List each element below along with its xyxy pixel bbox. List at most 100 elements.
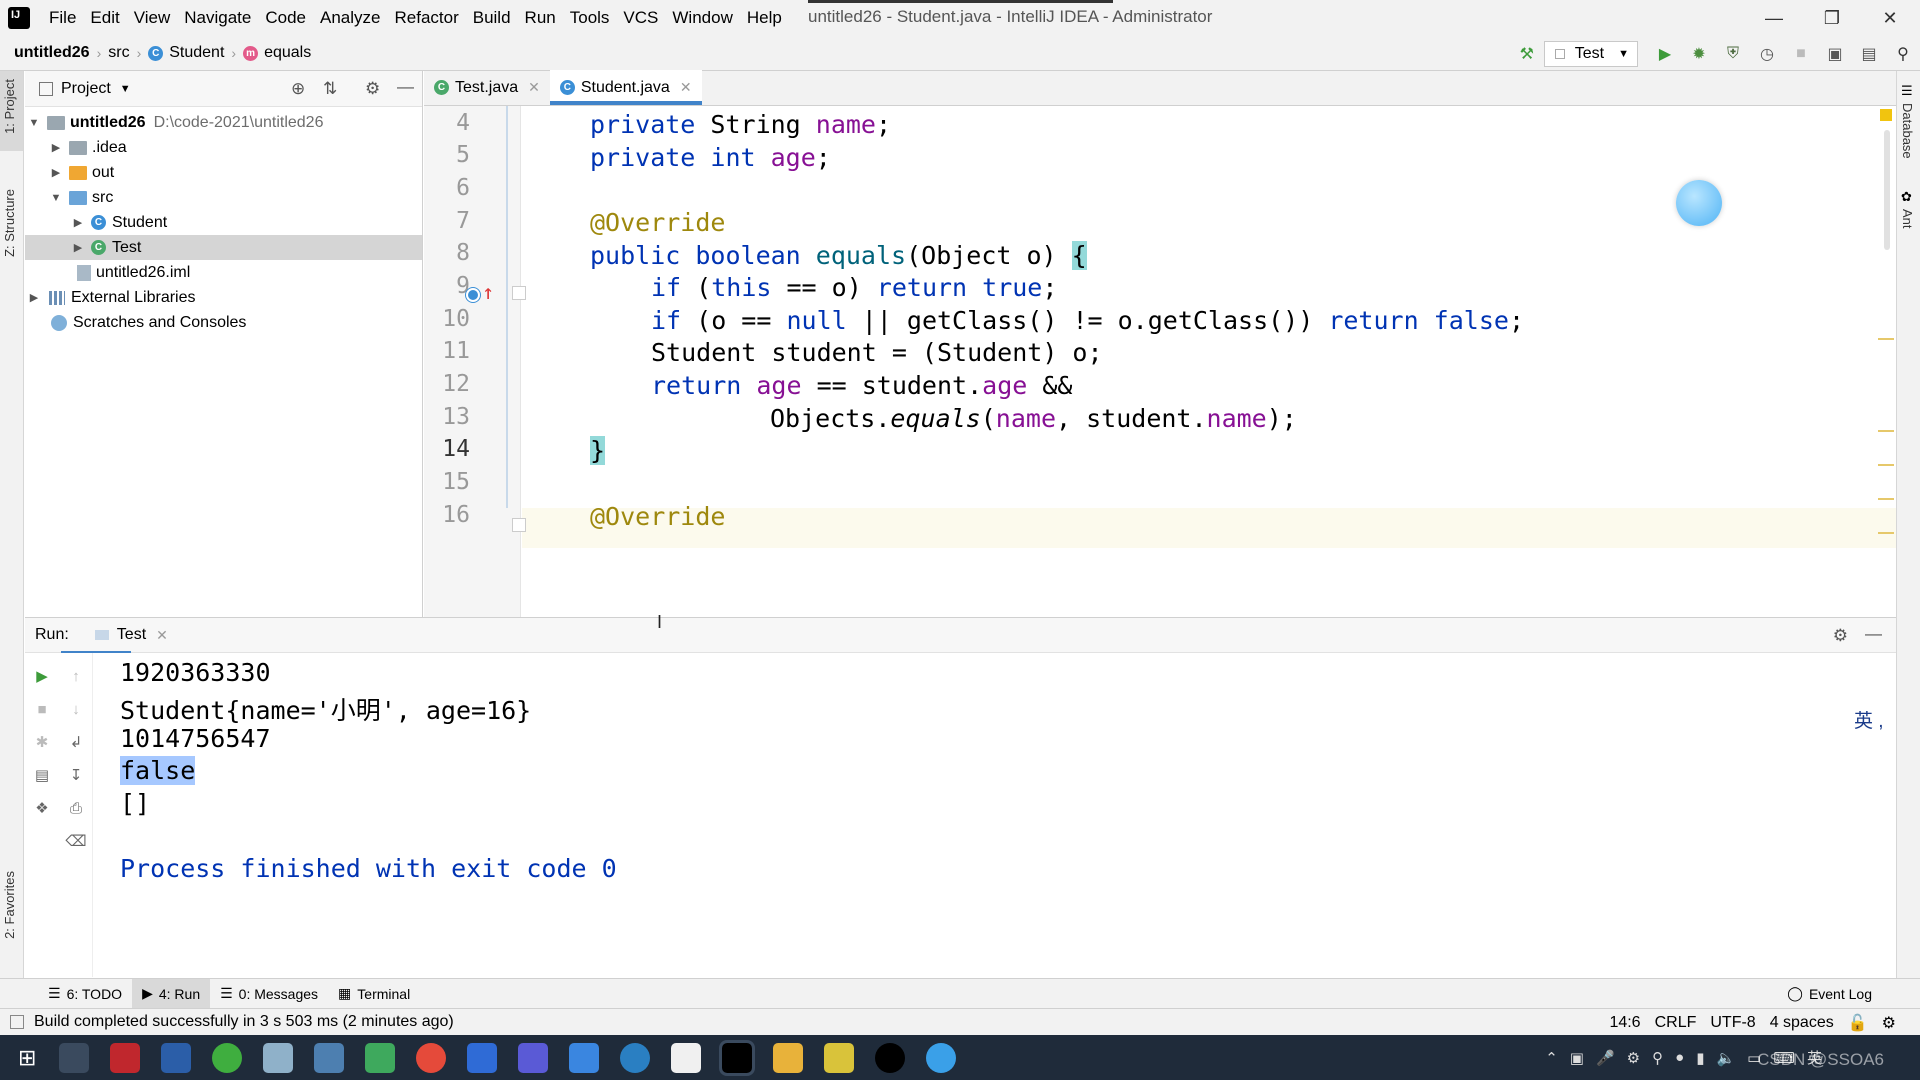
taskbar-app-icon[interactable] xyxy=(874,1042,905,1073)
breadcrumb-class[interactable]: C Student xyxy=(148,44,224,62)
menu-view[interactable]: View xyxy=(127,8,178,28)
close-tab-icon[interactable]: ✕ xyxy=(156,627,168,644)
ime-indicator[interactable]: 英 , xyxy=(1854,706,1884,733)
up-arrow-icon[interactable]: ↑ xyxy=(65,665,87,687)
breadcrumb-project[interactable]: untitled26 xyxy=(14,44,90,62)
tab-student-java[interactable]: C Student.java ✕ xyxy=(549,70,702,105)
status-message[interactable]: Build completed successfully in 3 s 503 … xyxy=(34,1013,454,1031)
tab-test-java[interactable]: C Test.java ✕ xyxy=(424,70,550,105)
taskbar-intellij-icon[interactable] xyxy=(718,1039,755,1076)
chevron-down-icon[interactable]: ▼ xyxy=(120,83,131,95)
tool-tab-structure[interactable]: Z: Structure xyxy=(2,189,17,257)
scroll-to-end-icon[interactable]: ↧ xyxy=(65,764,87,786)
caret-position[interactable]: 14:6 xyxy=(1609,1014,1640,1032)
taskbar-app-icon[interactable] xyxy=(211,1042,242,1073)
indent-setting[interactable]: 4 spaces xyxy=(1770,1014,1834,1032)
collapse-all-icon[interactable]: ⇅ xyxy=(323,79,337,99)
restore-layout-icon[interactable]: ✱ xyxy=(31,731,53,753)
tree-item-iml[interactable]: untitled26.iml xyxy=(25,260,422,285)
tool-tab-run[interactable]: ▶ 4: Run xyxy=(132,978,211,1009)
console-scrollbar[interactable] xyxy=(1880,658,1890,968)
tray-search-icon[interactable]: ⚲ xyxy=(1652,1049,1663,1067)
status-toggle-icon[interactable] xyxy=(10,1015,24,1029)
taskbar-explorer-icon[interactable] xyxy=(772,1042,803,1073)
taskbar-app-icon[interactable] xyxy=(925,1042,956,1073)
menu-code[interactable]: Code xyxy=(258,8,313,28)
build-hammer-icon[interactable]: ⚒ xyxy=(1516,43,1538,65)
warning-mark[interactable] xyxy=(1878,498,1894,500)
hide-panel-icon[interactable]: — xyxy=(1865,624,1882,644)
coverage-icon[interactable]: ⛨ xyxy=(1722,43,1744,65)
tool-tab-favorites[interactable]: 2: Favorites xyxy=(2,871,17,939)
error-stripe[interactable] xyxy=(1876,106,1896,617)
network-icon[interactable]: ▮ xyxy=(1696,1049,1704,1067)
memory-indicator-icon[interactable]: ⚙ xyxy=(1882,1013,1896,1033)
taskbar-app-icon[interactable] xyxy=(568,1042,599,1073)
close-tab-icon[interactable]: ✕ xyxy=(528,79,540,96)
taskbar-app-icon[interactable] xyxy=(415,1042,446,1073)
debug-icon[interactable]: ✹ xyxy=(1688,43,1710,65)
menu-analyze[interactable]: Analyze xyxy=(313,8,387,28)
menu-vcs[interactable]: VCS xyxy=(616,8,665,28)
tree-item-external-libraries[interactable]: ▶ External Libraries xyxy=(25,285,422,310)
close-icon[interactable]: ✕ xyxy=(1878,6,1902,30)
taskbar-app-icon[interactable] xyxy=(466,1042,497,1073)
taskbar-app-icon[interactable] xyxy=(58,1042,89,1073)
volume-icon[interactable]: 🔈 xyxy=(1716,1049,1735,1067)
rerun-icon[interactable]: ▶ xyxy=(31,665,53,687)
close-tab-icon[interactable]: ✕ xyxy=(680,79,692,96)
warning-mark[interactable] xyxy=(1878,464,1894,466)
menu-tools[interactable]: Tools xyxy=(563,8,617,28)
tree-item-idea[interactable]: ▶ .idea xyxy=(25,135,422,160)
taskbar-app-icon[interactable] xyxy=(517,1042,548,1073)
editor-scrollbar[interactable] xyxy=(1884,130,1890,250)
tree-item-out[interactable]: ▶ out xyxy=(25,160,422,185)
tree-item-src[interactable]: ▼ src xyxy=(25,185,422,210)
profile-icon[interactable]: ◷ xyxy=(1756,43,1778,65)
print-icon[interactable]: ⎙ xyxy=(65,797,87,819)
tree-item-scratches[interactable]: Scratches and Consoles xyxy=(25,310,422,335)
file-encoding[interactable]: UTF-8 xyxy=(1710,1014,1755,1032)
menu-window[interactable]: Window xyxy=(665,8,739,28)
taskbar-app-icon[interactable] xyxy=(109,1042,140,1073)
fold-icon[interactable] xyxy=(512,286,526,300)
project-panel-title[interactable]: Project xyxy=(61,80,111,98)
code-editor[interactable]: 4 5 6 7 8 9 10 11 12 13 14 15 16 ↑ priva… xyxy=(424,106,1896,617)
overrides-method-icon[interactable] xyxy=(466,288,480,302)
fold-icon[interactable] xyxy=(512,518,526,532)
run-tab-test[interactable]: Test ✕ xyxy=(89,618,174,653)
down-arrow-icon[interactable]: ↓ xyxy=(65,698,87,720)
tool-tab-project[interactable]: 1: Project xyxy=(2,79,17,134)
layout-icon[interactable]: ▤ xyxy=(31,764,53,786)
line-separator[interactable]: CRLF xyxy=(1655,1014,1697,1032)
gear-icon[interactable]: ⚙ xyxy=(1833,626,1848,646)
menu-edit[interactable]: Edit xyxy=(83,8,126,28)
tree-item-student[interactable]: ▶ C Student xyxy=(25,210,422,235)
tray-app-icon[interactable]: ⚙ xyxy=(1627,1049,1640,1067)
windows-start-icon[interactable]: ⊞ xyxy=(18,1045,36,1071)
menu-navigate[interactable]: Navigate xyxy=(177,8,258,28)
trash-icon[interactable]: ⌫ xyxy=(65,830,87,852)
warning-status-icon[interactable] xyxy=(1880,109,1892,121)
run-icon[interactable]: ▶ xyxy=(1654,43,1676,65)
tool-tab-database[interactable]: Database xyxy=(1900,103,1915,159)
tool-tab-ant[interactable]: Ant xyxy=(1900,209,1915,229)
tool-tab-todo[interactable]: ☰ 6: TODO xyxy=(38,979,132,1009)
menu-file[interactable]: File xyxy=(42,8,83,28)
sdk-icon[interactable]: ▤ xyxy=(1858,43,1880,65)
taskbar-app-icon[interactable] xyxy=(160,1042,191,1073)
tool-tab-event-log[interactable]: ◯ Event Log xyxy=(1777,979,1882,1009)
gear-icon[interactable]: ⚙ xyxy=(365,79,380,99)
menu-build[interactable]: Build xyxy=(466,8,518,28)
pin-icon[interactable]: ❖ xyxy=(31,797,53,819)
search-icon[interactable]: ⚲ xyxy=(1892,43,1914,65)
taskbar-app-icon[interactable] xyxy=(670,1042,701,1073)
tool-tab-messages[interactable]: ☰ 0: Messages xyxy=(210,979,328,1009)
tree-item-test[interactable]: ▶ C Test xyxy=(25,235,422,260)
project-structure-icon[interactable]: ▣ xyxy=(1824,43,1846,65)
taskbar-app-icon[interactable] xyxy=(364,1042,395,1073)
hide-panel-icon[interactable]: — xyxy=(397,77,414,97)
restore-icon[interactable]: ❐ xyxy=(1820,6,1844,30)
stop-icon[interactable]: ■ xyxy=(31,698,53,720)
tray-chevron-icon[interactable]: ⌃ xyxy=(1545,1049,1558,1067)
